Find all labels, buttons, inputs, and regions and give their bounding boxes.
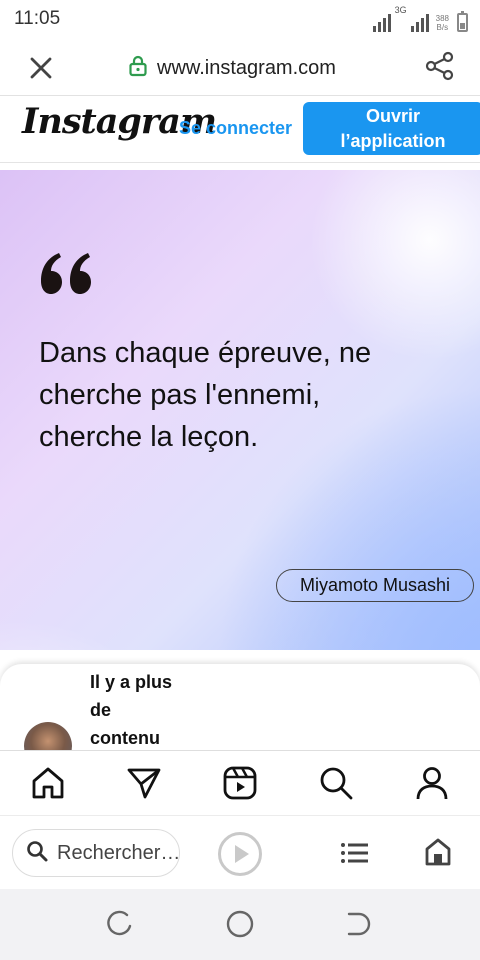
post-image[interactable]: Dans chaque épreuve, ne cherche pas l'en… [0, 170, 480, 650]
more-content-text: Il y a plus de contenu [90, 672, 173, 748]
reels-icon[interactable] [222, 765, 258, 801]
browser-home-icon[interactable] [424, 837, 452, 867]
instagram-bottom-nav [0, 750, 480, 814]
lock-icon [128, 55, 148, 82]
search-icon[interactable] [318, 765, 354, 801]
login-link[interactable]: Se connecter [179, 118, 292, 139]
open-app-button[interactable]: Ouvrir l’application [303, 102, 480, 155]
share-icon[interactable] [424, 50, 456, 82]
status-bar: 11:05 3G 388 B/s [0, 0, 480, 38]
browser-toolbar: www.instagram.com [0, 38, 480, 96]
quote-mark-icon [38, 248, 96, 298]
back-icon[interactable] [345, 909, 375, 939]
search-placeholder: Rechercher… [57, 841, 179, 864]
close-icon[interactable] [26, 53, 56, 83]
battery-icon [457, 11, 468, 32]
status-icons: 3G 388 B/s [372, 5, 468, 32]
tabs-list-icon[interactable] [340, 840, 370, 866]
url-bar[interactable]: www.instagram.com [128, 54, 336, 82]
author-tag: Miyamoto Musashi [276, 569, 474, 602]
system-home-icon[interactable] [225, 909, 255, 939]
url-text: www.instagram.com [157, 56, 336, 79]
signal-icon [372, 12, 391, 32]
system-navigation-bar [0, 889, 480, 960]
browser-search-field[interactable]: Rechercher… [12, 829, 180, 877]
recent-apps-icon[interactable] [105, 909, 135, 939]
quote-text: Dans chaque épreuve, ne cherche pas l'en… [39, 337, 372, 453]
play-icon[interactable] [217, 831, 263, 877]
profile-icon[interactable] [414, 765, 450, 801]
signal-icon-2 [410, 12, 429, 32]
home-icon[interactable] [30, 765, 66, 801]
status-time: 11:05 [14, 8, 61, 29]
direct-message-icon[interactable] [126, 765, 162, 801]
network-speed: 388 B/s [435, 14, 449, 32]
search-icon [25, 839, 49, 868]
more-content-sheet: Il y a plus de contenu [0, 664, 480, 754]
instagram-header: Instagram Se connecter Ouvrir l’applicat… [0, 97, 480, 163]
network-type-label: 3G [394, 5, 407, 15]
browser-bottom-bar: Rechercher… [0, 815, 480, 889]
